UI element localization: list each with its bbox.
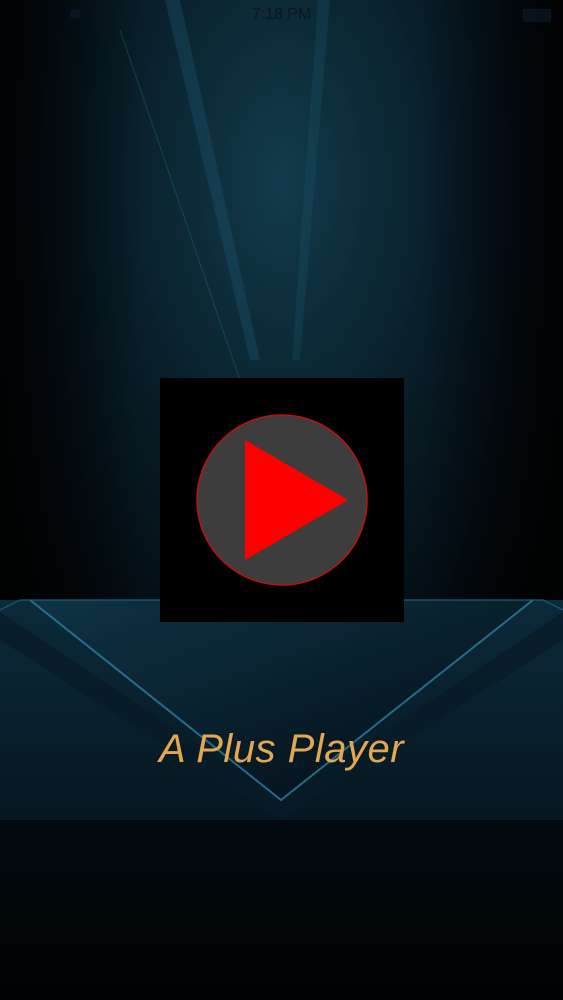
battery-icon	[523, 9, 551, 22]
status-bar: 7:18 PM	[0, 0, 563, 30]
play-icon	[196, 414, 368, 586]
status-time: 7:18 PM	[251, 6, 312, 23]
app-title: A Plus Player	[158, 727, 405, 771]
splash-screen: 7:18 PM A Plus Player	[0, 0, 563, 1000]
app-logo	[160, 378, 404, 622]
